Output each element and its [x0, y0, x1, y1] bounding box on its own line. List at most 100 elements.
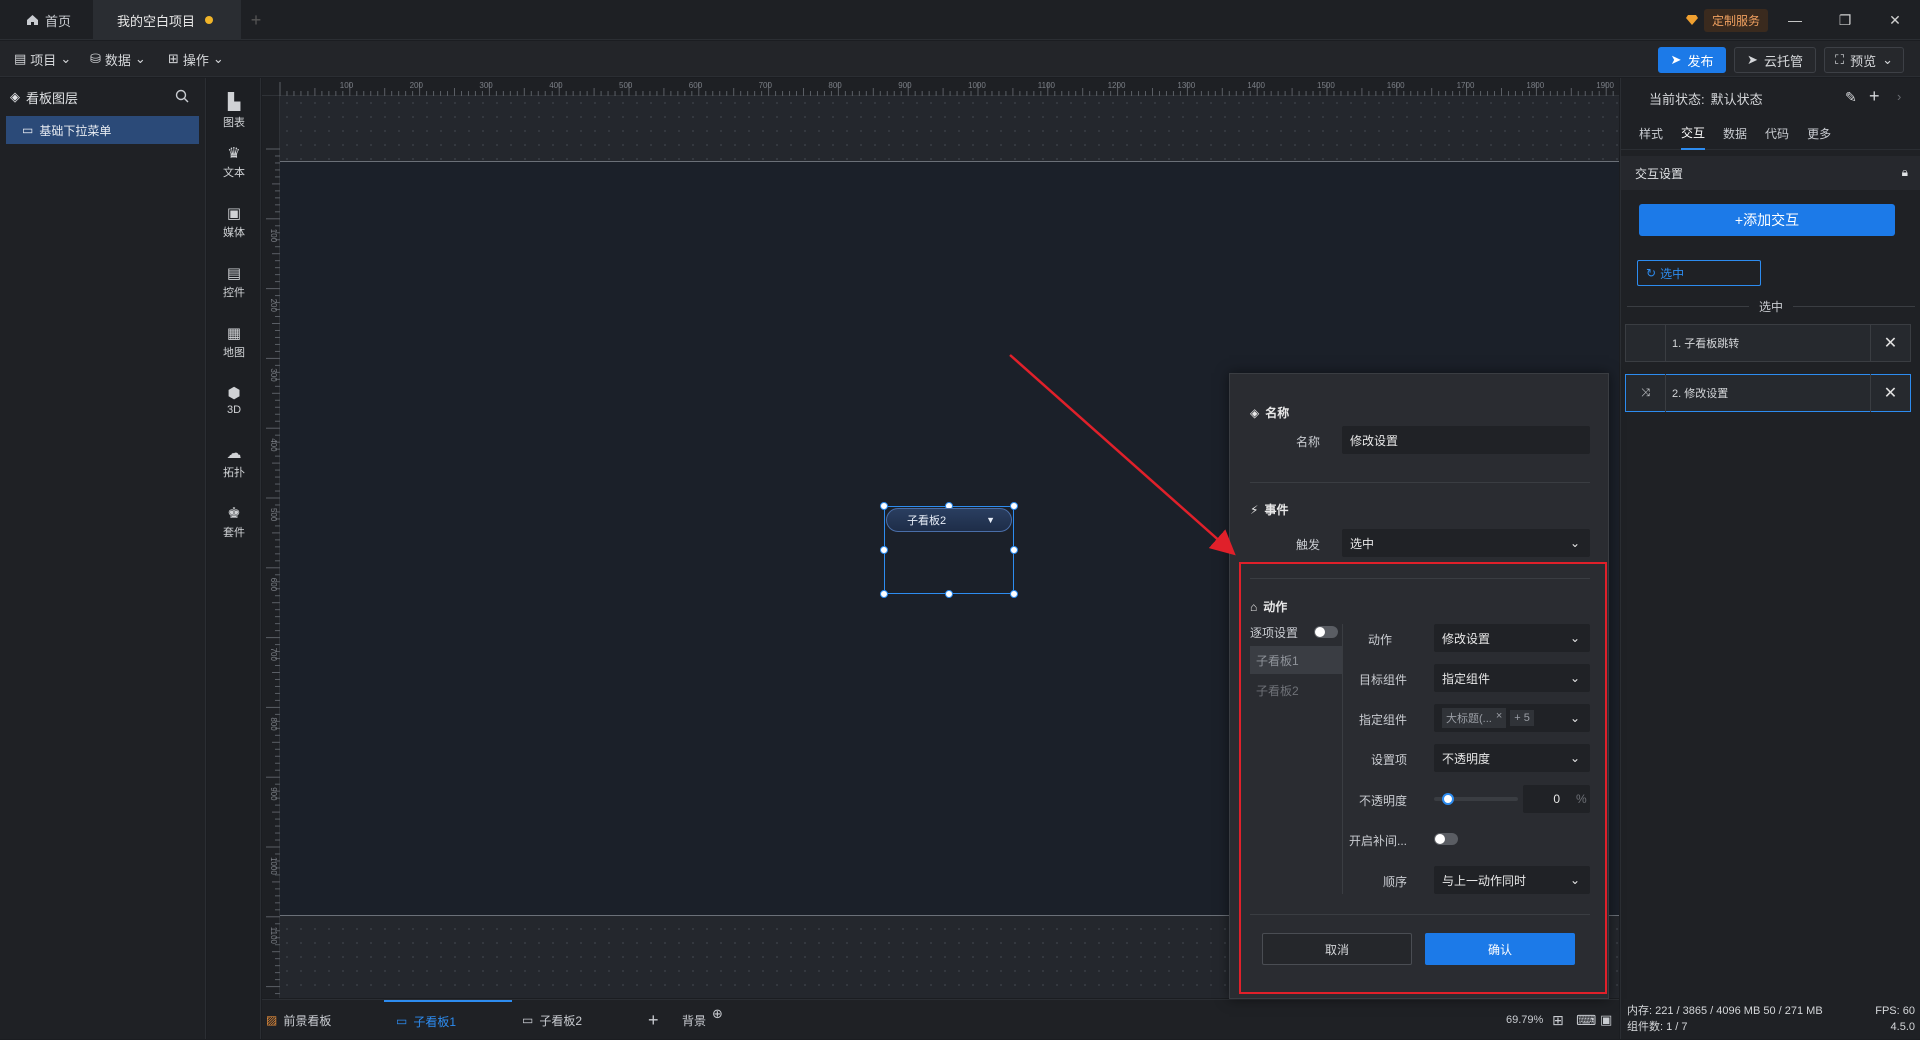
event-section: ⚡︎ 事件	[1250, 501, 1288, 518]
operate-menu[interactable]: ⊞ 操作 ⌄	[168, 49, 224, 69]
add-board-button[interactable]: +	[648, 1000, 659, 1040]
publish-button[interactable]: ➤ 发布	[1658, 47, 1726, 73]
event-chip[interactable]: ↻ 选中	[1637, 260, 1761, 286]
maximize-button[interactable]: ❐	[1830, 8, 1860, 32]
ruler-tick-label: 1600	[1387, 81, 1405, 90]
keyboard-icon[interactable]: ⌨	[1576, 1000, 1596, 1040]
tab-interaction[interactable]: 交互	[1681, 118, 1706, 150]
cloud-host-button[interactable]: ➤ 云托管	[1734, 47, 1816, 73]
suite-icon: ♚	[227, 505, 241, 522]
name-section-title: 名称	[1265, 406, 1290, 420]
edit-icon[interactable]: ✎	[1845, 89, 1857, 106]
preview-label: 预览	[1850, 53, 1877, 69]
tab-home[interactable]: 首页	[0, 0, 92, 40]
resize-handle[interactable]	[1010, 590, 1018, 598]
resize-handle[interactable]	[1010, 502, 1018, 510]
ruler-tick-label: 800	[828, 81, 842, 90]
close-icon[interactable]: ✕	[1870, 324, 1910, 362]
grid-icon: ⊞	[168, 51, 179, 66]
tab-sub-board-1[interactable]: ▭ 子看板1	[384, 1000, 512, 1040]
name-input[interactable]: 修改设置	[1342, 426, 1590, 454]
layers-icon: ◈	[10, 89, 20, 104]
ruler-tick-label: 200	[269, 299, 278, 313]
component-media[interactable]: ▣ 媒体	[207, 204, 261, 240]
layer-panel: ◈ 看板图层 ▭ 基础下拉菜单	[0, 78, 206, 1039]
preview-button[interactable]: ⛶ 预览 ⌄	[1824, 47, 1904, 73]
resize-handle[interactable]	[880, 590, 888, 598]
diamond-icon: ◈	[1250, 405, 1260, 420]
interaction-settings-header: 交互设置 🔒︎	[1621, 156, 1920, 190]
add-tab-button[interactable]: +	[246, 0, 266, 40]
action-item[interactable]: 1. 子看板跳转 ✕	[1625, 324, 1911, 362]
data-menu[interactable]: ⛁ 数据 ⌄	[90, 49, 146, 69]
ruler-left-ticks: 100 200 300 400 500 600 700 800 900 1000 1100	[266, 148, 280, 995]
component-chart[interactable]: ▙ 图表	[207, 92, 261, 130]
tab-more[interactable]: 更多	[1807, 118, 1831, 150]
tab-foreground-board[interactable]: ▨ 前景看板	[266, 1000, 331, 1040]
tab-label: 背景	[682, 1013, 707, 1028]
action-item-selected[interactable]: ⤨ 2. 修改设置 ✕	[1625, 374, 1911, 412]
shuffle-icon: ⤨	[1626, 374, 1666, 412]
lightning-icon: ⚡︎	[1250, 502, 1259, 517]
ruler-tick-label: 100	[269, 229, 278, 243]
tab-data[interactable]: 数据	[1723, 118, 1747, 150]
custom-service-label: 定制服务	[1704, 8, 1769, 32]
project-menu[interactable]: ▤ 项目 ⌄	[14, 49, 71, 69]
resize-handle[interactable]	[1010, 546, 1018, 554]
tab-sub-board-2[interactable]: ▭ 子看板2	[522, 1000, 582, 1040]
component-suite[interactable]: ♚ 套件	[207, 504, 261, 540]
resize-handle[interactable]	[880, 546, 888, 554]
ruler-tick-label: 400	[549, 81, 563, 90]
tab-background[interactable]: 背景	[682, 1000, 706, 1040]
chevron-right-icon[interactable]: ›	[1897, 89, 1901, 104]
chevron-down-icon: ⌄	[134, 51, 146, 66]
chart-icon: ▙	[227, 94, 241, 111]
fps-status: FPS: 60	[1875, 1005, 1915, 1017]
annotation-highlight-box	[1239, 562, 1607, 994]
component-control[interactable]: ▤ 控件	[207, 264, 261, 300]
component-3d[interactable]: ⬢ 3D	[207, 384, 261, 416]
ruler-tick-label: 1100	[269, 927, 278, 945]
trigger-select[interactable]: 选中 ⌄	[1342, 529, 1590, 557]
resize-handle[interactable]	[880, 502, 888, 510]
ruler-tick-label: 600	[269, 578, 278, 592]
component-label: 套件	[223, 527, 245, 539]
ruler-tick-label: 600	[689, 81, 703, 90]
layer-panel-title: 看板图层	[26, 90, 79, 106]
tab-code[interactable]: 代码	[1765, 118, 1789, 150]
media-icon: ▣	[226, 205, 242, 222]
terminal-icon[interactable]: ▣	[1600, 1000, 1612, 1040]
board-tab-bar: ▨ 前景看板 ▭ 子看板1 ▭ 子看板2 + 背景 ⊕ 69.79% ⊞ ⌨ ▣	[262, 999, 1619, 1039]
component-label: 控件	[223, 287, 245, 299]
zoom-level[interactable]: 69.79%	[1506, 1000, 1543, 1040]
ruler-tick-label: 500	[269, 508, 278, 522]
dropdown-widget[interactable]: 子看板2 ▼	[886, 508, 1012, 532]
current-state: 当前状态: 默认状态 ✎ + ›	[1621, 78, 1920, 118]
close-window-button[interactable]: ✕	[1880, 8, 1910, 32]
tab-project[interactable]: 我的空白项目	[93, 0, 241, 40]
ruler-tick-label: 1200	[1108, 81, 1126, 90]
section-title: 交互设置	[1635, 166, 1684, 181]
add-circle-icon[interactable]: ⊕	[712, 994, 723, 1034]
lock-icon[interactable]: 🔒︎	[1902, 165, 1908, 180]
tab-style[interactable]: 样式	[1639, 118, 1663, 150]
component-text[interactable]: ♛ 文本	[207, 144, 261, 180]
ruler-tick-label: 1100	[1038, 81, 1056, 90]
layer-item-label: 基础下拉菜单	[39, 123, 112, 138]
tab-label: 子看板1	[413, 1014, 457, 1029]
layer-item[interactable]: ▭ 基础下拉菜单	[6, 116, 199, 144]
fit-screen-icon[interactable]: ⊞	[1552, 1000, 1564, 1040]
custom-service-button[interactable]: 定制服务	[1686, 8, 1769, 32]
add-state-icon[interactable]: +	[1869, 86, 1880, 107]
minimize-button[interactable]: —	[1780, 8, 1810, 32]
ruler-tick-label: 1400	[1247, 81, 1265, 90]
close-icon[interactable]: ✕	[1870, 374, 1910, 412]
pointer-icon: ↻	[1646, 266, 1657, 280]
resize-handle[interactable]	[945, 590, 953, 598]
state-value: 默认状态	[1710, 91, 1763, 107]
control-icon: ▤	[226, 265, 242, 282]
search-icon[interactable]	[175, 89, 189, 103]
component-map[interactable]: ▦ 地图	[207, 324, 261, 360]
add-interaction-button[interactable]: +添加交互	[1639, 204, 1895, 236]
component-topology[interactable]: ☁ 拓扑	[207, 444, 261, 480]
